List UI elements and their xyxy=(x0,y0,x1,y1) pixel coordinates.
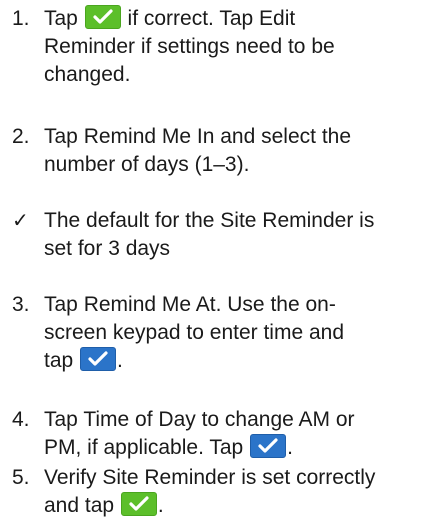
instruction-list: 1. Tap if correct. Tap Edit Reminder if se… xyxy=(0,0,427,517)
text-run: number of days (1–3). xyxy=(44,153,250,176)
ui-term: Remind Me At xyxy=(83,293,216,316)
ui-term: Remind Me In xyxy=(83,125,215,148)
text-run: tap xyxy=(44,349,80,372)
text-run: . Use the on- xyxy=(215,293,336,316)
step-text: Tap Remind Me At. Use the on-screen keyp… xyxy=(44,291,344,375)
text-line: Tap Remind Me In and select the xyxy=(44,123,351,151)
text-line: screen keypad to enter time and xyxy=(44,319,344,347)
checkmark-icon xyxy=(88,351,108,366)
text-line: Verify Site Reminder is set correctly xyxy=(44,464,375,492)
text-line: PM, if applicable. Tap . xyxy=(44,434,344,462)
step-text: Tap Time of Day to change AM or PM, if ap… xyxy=(44,406,355,462)
text-run: Tap xyxy=(44,7,84,30)
checkmark-icon xyxy=(93,9,113,24)
ui-term: Edit xyxy=(259,7,296,30)
step-text: Verify Site Reminder is set correctly and… xyxy=(44,464,375,520)
text-line: Tap Time of Day to change AM or xyxy=(44,406,355,434)
checkmark-icon xyxy=(258,438,278,453)
step-number: 5. xyxy=(12,466,30,489)
confirm-button-green xyxy=(84,5,121,29)
note-check-marker: ✓ xyxy=(12,210,29,232)
confirm-button-blue xyxy=(80,347,117,371)
text-run: Tap xyxy=(44,125,84,148)
step-number: 1. xyxy=(12,7,30,30)
step-text: The default for the Site Reminder is set … xyxy=(44,207,374,263)
text-line: and tap . xyxy=(44,492,344,520)
text-run: . xyxy=(117,349,123,372)
text-line: The default for the Site Reminder is xyxy=(44,207,374,235)
text-line: set for 3 days xyxy=(44,235,344,263)
text-run: if correct. Tap xyxy=(121,7,260,30)
text-run: changed. xyxy=(44,63,131,86)
ui-term: Time of Day xyxy=(83,408,196,431)
text-run: . xyxy=(157,494,164,517)
text-run: and select the xyxy=(214,125,352,148)
ui-term: Reminder xyxy=(44,35,136,58)
step-number: 2. xyxy=(12,125,30,148)
text-line: Tap Remind Me At. Use the on- xyxy=(44,291,344,319)
text-run: . xyxy=(287,436,293,459)
step-text: Tap if correct. Tap Edit Reminder if sett… xyxy=(44,5,344,89)
step-text: Tap Remind Me In and select the number of… xyxy=(44,123,351,179)
text-line: number of days (1–3). xyxy=(44,151,344,179)
step-number: 4. xyxy=(12,408,30,431)
text-line: Tap if correct. Tap Edit xyxy=(44,5,344,33)
text-run: Tap xyxy=(44,408,84,431)
text-line: tap . xyxy=(44,347,344,375)
text-run: set for 3 days xyxy=(44,237,171,260)
text-run: Verify Site Reminder is set correctly xyxy=(44,466,376,489)
checkmark-icon xyxy=(129,496,149,511)
text-run: Tap xyxy=(44,293,84,316)
confirm-button-green xyxy=(120,492,157,516)
step-number: 3. xyxy=(12,293,30,316)
text-run: PM, if applicable. Tap xyxy=(44,436,250,459)
text-run: if settings need to be xyxy=(135,35,335,58)
confirm-button-blue xyxy=(250,434,287,458)
text-run: The default for the Site Reminder is xyxy=(44,209,375,232)
text-run: to change AM or xyxy=(195,408,355,431)
text-run: and tap xyxy=(44,494,120,517)
text-line: changed. xyxy=(44,61,344,89)
text-line: Reminder if settings need to be xyxy=(44,33,344,61)
text-run: screen keypad to enter time and xyxy=(44,321,345,344)
